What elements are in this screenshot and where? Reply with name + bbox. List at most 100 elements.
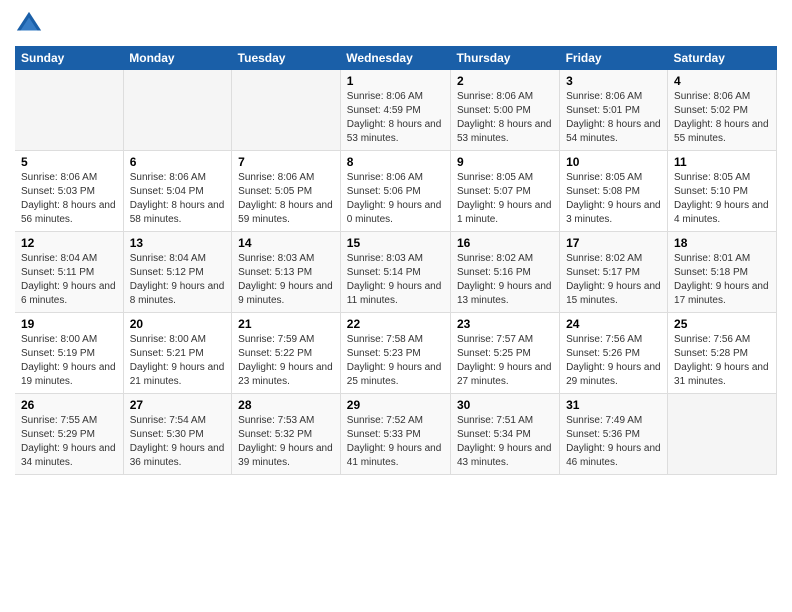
- logo: [15, 10, 47, 38]
- day-info: Sunrise: 8:04 AM Sunset: 5:12 PM Dayligh…: [130, 252, 225, 308]
- day-number: 29: [347, 398, 444, 412]
- day-number: 9: [457, 155, 553, 169]
- day-info: Sunrise: 8:06 AM Sunset: 5:01 PM Dayligh…: [566, 90, 661, 146]
- day-number: 14: [238, 236, 334, 250]
- day-number: 18: [674, 236, 770, 250]
- table-row: 17 Sunrise: 8:02 AM Sunset: 5:17 PM Dayli…: [560, 232, 668, 313]
- table-row: 22 Sunrise: 7:58 AM Sunset: 5:23 PM Dayli…: [340, 313, 450, 394]
- table-row: [15, 70, 123, 151]
- calendar-week-row: 19 Sunrise: 8:00 AM Sunset: 5:19 PM Dayli…: [15, 313, 777, 394]
- page-header: [15, 10, 777, 38]
- day-number: 3: [566, 74, 661, 88]
- table-row: [232, 70, 341, 151]
- table-row: 23Sunrise: 7:57 AM Sunset: 5:25 PM Dayli…: [450, 313, 559, 394]
- table-row: 29 Sunrise: 7:52 AM Sunset: 5:33 PM Dayli…: [340, 394, 450, 475]
- calendar-week-row: 12 Sunrise: 8:04 AM Sunset: 5:11 PM Dayli…: [15, 232, 777, 313]
- day-info: Sunrise: 8:05 AM Sunset: 5:07 PM Dayligh…: [457, 171, 553, 227]
- day-info: Sunrise: 8:02 AM Sunset: 5:16 PM Dayligh…: [457, 252, 553, 308]
- day-number: 22: [347, 317, 444, 331]
- day-info: Sunrise: 8:06 AM Sunset: 5:02 PM Dayligh…: [674, 90, 770, 146]
- logo-icon: [15, 10, 43, 38]
- day-number: 8: [347, 155, 444, 169]
- calendar-week-row: 26 Sunrise: 7:55 AM Sunset: 5:29 PM Dayli…: [15, 394, 777, 475]
- table-row: 15 Sunrise: 8:03 AM Sunset: 5:14 PM Dayli…: [340, 232, 450, 313]
- table-row: 6 Sunrise: 8:06 AM Sunset: 5:04 PM Daylig…: [123, 151, 231, 232]
- day-number: 1: [347, 74, 444, 88]
- day-info: Sunrise: 8:06 AM Sunset: 5:06 PM Dayligh…: [347, 171, 444, 227]
- table-row: 19 Sunrise: 8:00 AM Sunset: 5:19 PM Dayli…: [15, 313, 123, 394]
- table-row: 20 Sunrise: 8:00 AM Sunset: 5:21 PM Dayli…: [123, 313, 231, 394]
- day-number: 16: [457, 236, 553, 250]
- day-info: Sunrise: 7:52 AM Sunset: 5:33 PM Dayligh…: [347, 414, 444, 470]
- day-info: Sunrise: 7:56 AM Sunset: 5:28 PM Dayligh…: [674, 333, 770, 389]
- day-info: Sunrise: 8:03 AM Sunset: 5:13 PM Dayligh…: [238, 252, 334, 308]
- table-row: 21 Sunrise: 7:59 AM Sunset: 5:22 PM Dayli…: [232, 313, 341, 394]
- day-info: Sunrise: 7:53 AM Sunset: 5:32 PM Dayligh…: [238, 414, 334, 470]
- day-info: Sunrise: 7:56 AM Sunset: 5:26 PM Dayligh…: [566, 333, 661, 389]
- table-row: 18 Sunrise: 8:01 AM Sunset: 5:18 PM Dayli…: [668, 232, 777, 313]
- day-number: 30: [457, 398, 553, 412]
- day-info: Sunrise: 8:02 AM Sunset: 5:17 PM Dayligh…: [566, 252, 661, 308]
- table-row: 25Sunrise: 7:56 AM Sunset: 5:28 PM Dayli…: [668, 313, 777, 394]
- day-info: Sunrise: 7:59 AM Sunset: 5:22 PM Dayligh…: [238, 333, 334, 389]
- day-number: 15: [347, 236, 444, 250]
- day-number: 11: [674, 155, 770, 169]
- day-info: Sunrise: 7:54 AM Sunset: 5:30 PM Dayligh…: [130, 414, 225, 470]
- table-row: 27 Sunrise: 7:54 AM Sunset: 5:30 PM Dayli…: [123, 394, 231, 475]
- day-number: 12: [21, 236, 117, 250]
- day-number: 28: [238, 398, 334, 412]
- table-row: 4 Sunrise: 8:06 AM Sunset: 5:02 PM Daylig…: [668, 70, 777, 151]
- header-monday: Monday: [123, 46, 231, 70]
- day-number: 26: [21, 398, 117, 412]
- calendar-header-row: Sunday Monday Tuesday Wednesday Thursday…: [15, 46, 777, 70]
- day-number: 27: [130, 398, 225, 412]
- table-row: 16 Sunrise: 8:02 AM Sunset: 5:16 PM Dayli…: [450, 232, 559, 313]
- day-info: Sunrise: 8:05 AM Sunset: 5:08 PM Dayligh…: [566, 171, 661, 227]
- table-row: 13Sunrise: 8:04 AM Sunset: 5:12 PM Dayli…: [123, 232, 231, 313]
- header-sunday: Sunday: [15, 46, 123, 70]
- day-number: 5: [21, 155, 117, 169]
- day-info: Sunrise: 8:06 AM Sunset: 5:04 PM Dayligh…: [130, 171, 225, 227]
- table-row: 30 Sunrise: 7:51 AM Sunset: 5:34 PM Dayli…: [450, 394, 559, 475]
- day-info: Sunrise: 8:06 AM Sunset: 5:00 PM Dayligh…: [457, 90, 553, 146]
- table-row: 2 Sunrise: 8:06 AM Sunset: 5:00 PM Daylig…: [450, 70, 559, 151]
- day-number: 4: [674, 74, 770, 88]
- table-row: 12 Sunrise: 8:04 AM Sunset: 5:11 PM Dayli…: [15, 232, 123, 313]
- day-info: Sunrise: 7:51 AM Sunset: 5:34 PM Dayligh…: [457, 414, 553, 470]
- day-info: Sunrise: 8:06 AM Sunset: 5:05 PM Dayligh…: [238, 171, 334, 227]
- day-info: Sunrise: 8:00 AM Sunset: 5:19 PM Dayligh…: [21, 333, 117, 389]
- day-info: Sunrise: 8:06 AM Sunset: 4:59 PM Dayligh…: [347, 90, 444, 146]
- day-info: Sunrise: 7:58 AM Sunset: 5:23 PM Dayligh…: [347, 333, 444, 389]
- day-info: Sunrise: 7:57 AM Sunset: 5:25 PM Dayligh…: [457, 333, 553, 389]
- day-number: 19: [21, 317, 117, 331]
- day-number: 20: [130, 317, 225, 331]
- table-row: 11Sunrise: 8:05 AM Sunset: 5:10 PM Dayli…: [668, 151, 777, 232]
- header-tuesday: Tuesday: [232, 46, 341, 70]
- day-number: 6: [130, 155, 225, 169]
- header-thursday: Thursday: [450, 46, 559, 70]
- day-info: Sunrise: 8:00 AM Sunset: 5:21 PM Dayligh…: [130, 333, 225, 389]
- table-row: 7Sunrise: 8:06 AM Sunset: 5:05 PM Daylig…: [232, 151, 341, 232]
- day-info: Sunrise: 7:49 AM Sunset: 5:36 PM Dayligh…: [566, 414, 661, 470]
- table-row: 14 Sunrise: 8:03 AM Sunset: 5:13 PM Dayli…: [232, 232, 341, 313]
- header-friday: Friday: [560, 46, 668, 70]
- day-info: Sunrise: 7:55 AM Sunset: 5:29 PM Dayligh…: [21, 414, 117, 470]
- day-number: 21: [238, 317, 334, 331]
- table-row: [668, 394, 777, 475]
- table-row: 26 Sunrise: 7:55 AM Sunset: 5:29 PM Dayli…: [15, 394, 123, 475]
- calendar-week-row: 5Sunrise: 8:06 AM Sunset: 5:03 PM Daylig…: [15, 151, 777, 232]
- header-saturday: Saturday: [668, 46, 777, 70]
- table-row: 3 Sunrise: 8:06 AM Sunset: 5:01 PM Daylig…: [560, 70, 668, 151]
- table-row: 28 Sunrise: 7:53 AM Sunset: 5:32 PM Dayli…: [232, 394, 341, 475]
- day-number: 31: [566, 398, 661, 412]
- day-info: Sunrise: 8:04 AM Sunset: 5:11 PM Dayligh…: [21, 252, 117, 308]
- table-row: 8 Sunrise: 8:06 AM Sunset: 5:06 PM Daylig…: [340, 151, 450, 232]
- day-info: Sunrise: 8:01 AM Sunset: 5:18 PM Dayligh…: [674, 252, 770, 308]
- day-info: Sunrise: 8:03 AM Sunset: 5:14 PM Dayligh…: [347, 252, 444, 308]
- day-number: 2: [457, 74, 553, 88]
- table-row: [123, 70, 231, 151]
- table-row: 10Sunrise: 8:05 AM Sunset: 5:08 PM Dayli…: [560, 151, 668, 232]
- table-row: 9 Sunrise: 8:05 AM Sunset: 5:07 PM Daylig…: [450, 151, 559, 232]
- day-number: 17: [566, 236, 661, 250]
- table-row: 24Sunrise: 7:56 AM Sunset: 5:26 PM Dayli…: [560, 313, 668, 394]
